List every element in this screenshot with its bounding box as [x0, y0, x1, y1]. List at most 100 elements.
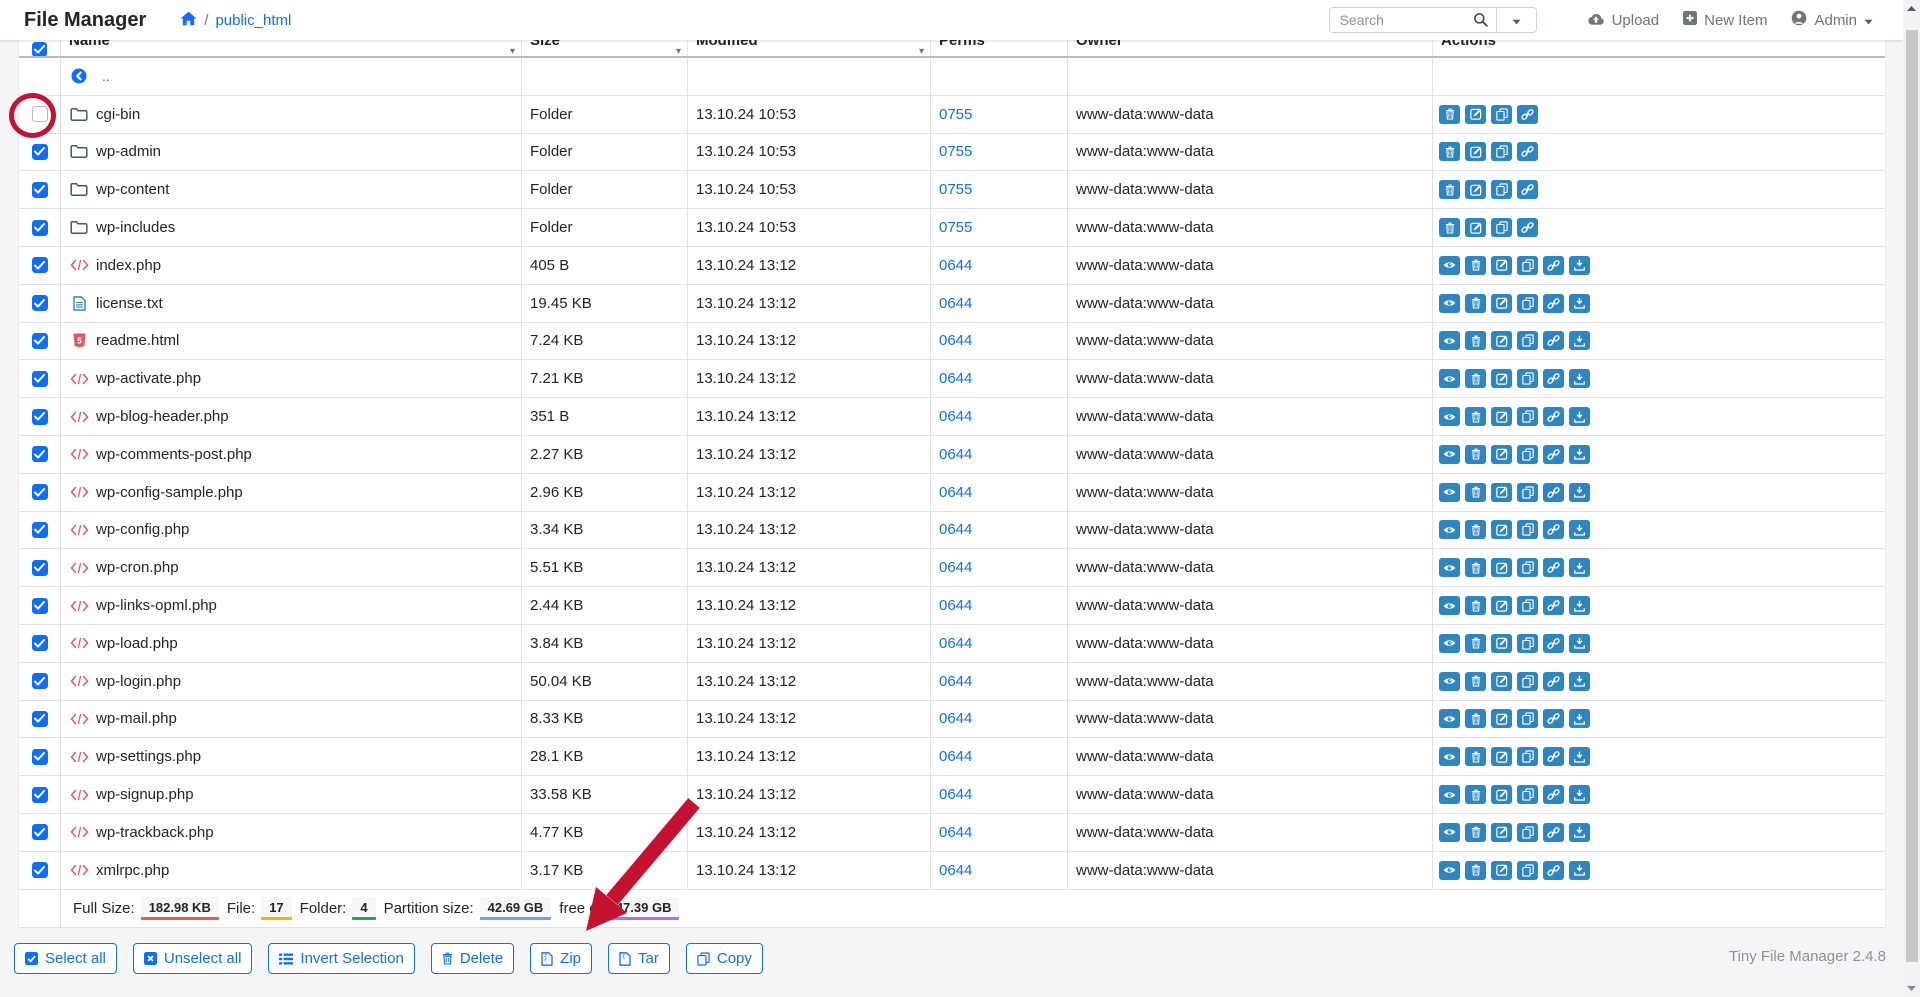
file-name[interactable]: wp-login.php	[96, 673, 181, 690]
file-name[interactable]: wp-trackback.php	[96, 824, 214, 841]
download-button[interactable]	[1569, 747, 1590, 766]
view-button[interactable]	[1439, 445, 1460, 464]
file-name[interactable]: wp-signup.php	[96, 786, 194, 803]
chevron-circle-left-icon[interactable]	[69, 68, 89, 84]
rename-button[interactable]	[1465, 105, 1486, 124]
link-button[interactable]	[1543, 256, 1564, 275]
file-name[interactable]: wp-mail.php	[96, 710, 177, 727]
row-checkbox[interactable]	[32, 862, 48, 878]
view-button[interactable]	[1439, 520, 1460, 539]
admin-menu-button[interactable]: Admin	[1791, 10, 1873, 30]
link-button[interactable]	[1543, 823, 1564, 842]
row-checkbox[interactable]	[32, 711, 48, 727]
zip-button[interactable]: Zip	[530, 943, 592, 974]
perms-link[interactable]: 0644	[939, 408, 972, 425]
file-name[interactable]: wp-links-opml.php	[96, 597, 217, 614]
perms-link[interactable]: 0755	[939, 181, 972, 198]
row-checkbox[interactable]	[32, 371, 48, 387]
perms-link[interactable]: 0755	[939, 106, 972, 123]
delete-button[interactable]	[1465, 785, 1486, 804]
rename-button[interactable]	[1465, 142, 1486, 161]
upload-button[interactable]: Upload	[1587, 12, 1660, 29]
delete-button[interactable]	[1439, 142, 1460, 161]
perms-link[interactable]: 0644	[939, 484, 972, 501]
file-name[interactable]: wp-config.php	[96, 521, 189, 538]
perms-link[interactable]: 0644	[939, 635, 972, 652]
rename-button[interactable]	[1491, 785, 1512, 804]
delete-button[interactable]	[1465, 861, 1486, 880]
download-button[interactable]	[1569, 861, 1590, 880]
copy-button[interactable]	[1517, 407, 1538, 426]
rename-button[interactable]	[1491, 634, 1512, 653]
link-button[interactable]	[1543, 294, 1564, 313]
view-button[interactable]	[1439, 558, 1460, 577]
copy-button[interactable]	[1491, 218, 1512, 237]
sort-caret-icon[interactable]: ▾	[676, 47, 681, 57]
row-checkbox[interactable]	[32, 409, 48, 425]
download-button[interactable]	[1569, 672, 1590, 691]
copy-button[interactable]	[1491, 180, 1512, 199]
copy-button[interactable]	[1517, 747, 1538, 766]
view-button[interactable]	[1439, 747, 1460, 766]
delete-button[interactable]	[1465, 294, 1486, 313]
rename-button[interactable]	[1491, 861, 1512, 880]
copy-button[interactable]	[1517, 634, 1538, 653]
breadcrumb-path[interactable]: public_html	[215, 12, 291, 29]
perms-link[interactable]: 0644	[939, 370, 972, 387]
link-button[interactable]	[1543, 861, 1564, 880]
copy-button[interactable]	[1491, 142, 1512, 161]
file-name[interactable]: wp-content	[96, 181, 169, 198]
link-button[interactable]	[1543, 369, 1564, 388]
vertical-scrollbar[interactable]	[1903, 0, 1920, 997]
copy-button[interactable]	[1517, 709, 1538, 728]
download-button[interactable]	[1569, 709, 1590, 728]
delete-button[interactable]	[1439, 180, 1460, 199]
rename-button[interactable]	[1491, 747, 1512, 766]
view-button[interactable]	[1439, 369, 1460, 388]
rename-button[interactable]	[1491, 331, 1512, 350]
copy-button[interactable]	[1517, 861, 1538, 880]
perms-link[interactable]: 0755	[939, 219, 972, 236]
file-name[interactable]: readme.html	[96, 332, 179, 349]
link-button[interactable]	[1543, 558, 1564, 577]
rename-button[interactable]	[1491, 483, 1512, 502]
link-button[interactable]	[1543, 520, 1564, 539]
perms-link[interactable]: 0644	[939, 257, 972, 274]
row-checkbox[interactable]	[32, 144, 48, 160]
view-button[interactable]	[1439, 672, 1460, 691]
perms-link[interactable]: 0644	[939, 332, 972, 349]
download-button[interactable]	[1569, 294, 1590, 313]
link-button[interactable]	[1517, 105, 1538, 124]
view-button[interactable]	[1439, 294, 1460, 313]
view-button[interactable]	[1439, 256, 1460, 275]
file-name[interactable]: wp-includes	[96, 219, 175, 236]
delete-button[interactable]	[1465, 672, 1486, 691]
scrollbar-thumb[interactable]	[1906, 30, 1918, 962]
copy-button[interactable]	[1517, 331, 1538, 350]
rename-button[interactable]	[1491, 256, 1512, 275]
perms-link[interactable]: 0644	[939, 748, 972, 765]
delete-button[interactable]	[1465, 445, 1486, 464]
select-all-checkbox[interactable]	[32, 42, 47, 57]
row-checkbox[interactable]	[32, 333, 48, 349]
link-button[interactable]	[1543, 785, 1564, 804]
download-button[interactable]	[1569, 369, 1590, 388]
copy-button[interactable]	[1517, 483, 1538, 502]
home-icon[interactable]	[180, 11, 197, 30]
link-button[interactable]	[1543, 709, 1564, 728]
row-checkbox[interactable]	[32, 749, 48, 765]
search-input[interactable]	[1329, 7, 1497, 33]
row-checkbox[interactable]	[32, 673, 48, 689]
column-header-size[interactable]: Size▾	[522, 40, 688, 57]
perms-link[interactable]: 0644	[939, 710, 972, 727]
delete-button[interactable]	[1465, 709, 1486, 728]
copy-button[interactable]	[1517, 445, 1538, 464]
rename-button[interactable]	[1491, 823, 1512, 842]
view-button[interactable]	[1439, 407, 1460, 426]
view-button[interactable]	[1439, 331, 1460, 350]
link-button[interactable]	[1517, 180, 1538, 199]
rename-button[interactable]	[1491, 369, 1512, 388]
delete-button[interactable]	[1465, 558, 1486, 577]
copy-button[interactable]	[1517, 520, 1538, 539]
row-checkbox[interactable]	[32, 635, 48, 651]
